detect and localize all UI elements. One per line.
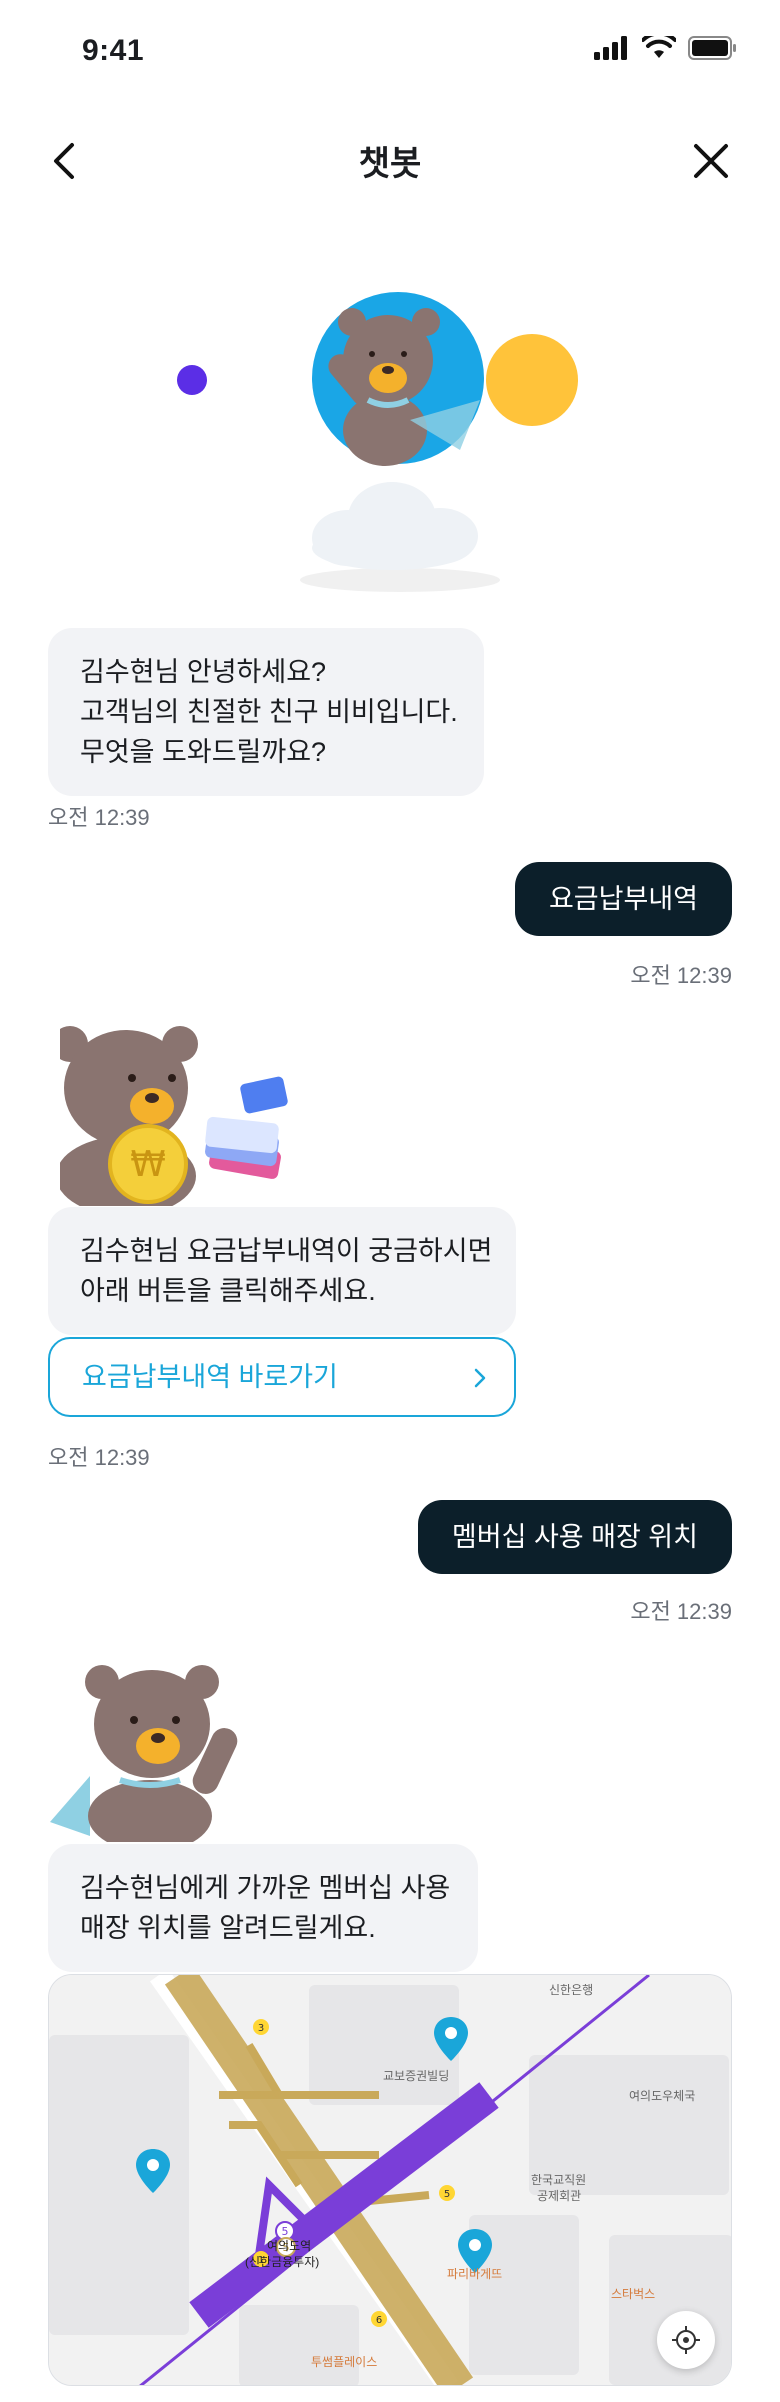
bot-message-line: 김수현님 안녕하세요? bbox=[80, 657, 327, 687]
map-label: 투썸플레이스 bbox=[311, 2355, 378, 2369]
message-timestamp: 오전 12:39 bbox=[48, 1445, 150, 1470]
locate-button[interactable] bbox=[657, 2311, 715, 2369]
page-title: 챗봇 bbox=[358, 145, 422, 183]
bot-message-line: 아래 버튼을 클릭해주세요. bbox=[80, 1276, 376, 1306]
map-label: 신한은행 bbox=[549, 1983, 594, 1997]
status-bar: 9:41 bbox=[0, 0, 780, 100]
close-icon bbox=[694, 144, 728, 178]
status-icons bbox=[594, 36, 738, 60]
map-label: 공제회관 bbox=[537, 2189, 582, 2203]
map-label: 여의도역 bbox=[267, 2239, 312, 2253]
status-time: 9:41 bbox=[82, 34, 145, 67]
map-label: 교보증권빌딩 bbox=[383, 2069, 450, 2083]
bot-message-greeting: 김수현님 안녕하세요? 고객님의 친절한 친구 비비입니다. 무엇을 도와드릴까… bbox=[48, 628, 484, 796]
store-map[interactable]: 5 5 3 5 1 6 신한은행 교보증권빌딩 여의도우체국 한국교직원 공제회… bbox=[48, 1974, 732, 2386]
hero-illustration bbox=[170, 250, 610, 610]
user-message-membership: 멤버십 사용 매장 위치 bbox=[417, 1500, 732, 1574]
map-label: 여의도우체국 bbox=[629, 2089, 696, 2103]
payment-history-shortcut-button[interactable]: 요금납부내역 바로가기 bbox=[48, 1337, 516, 1417]
bot-message-store-location: 김수현님에게 가까운 멤버십 사용 매장 위치를 알려드릴게요. bbox=[48, 1844, 478, 1972]
user-message-payment: 요금납부내역 bbox=[514, 862, 732, 936]
svg-text:6: 6 bbox=[376, 2315, 382, 2326]
bot-message-line: 매장 위치를 알려드릴게요. bbox=[80, 1913, 376, 1943]
chevron-right-icon bbox=[474, 1368, 486, 1388]
nav-bar: 챗봇 bbox=[0, 120, 780, 200]
wifi-icon bbox=[642, 36, 676, 58]
bear-coin-illustration: ₩ bbox=[52, 1016, 300, 1216]
signal-icon bbox=[594, 36, 627, 60]
svg-text:5: 5 bbox=[444, 2189, 450, 2200]
locate-icon bbox=[672, 2326, 700, 2354]
bot-message-payment-info: 김수현님 요금납부내역이 궁금하시면 아래 버튼을 클릭해주세요. bbox=[48, 1207, 516, 1335]
svg-text:₩: ₩ bbox=[130, 1144, 166, 1185]
close-button[interactable] bbox=[686, 136, 736, 186]
bot-message-line: 무엇을 도와드릴까요? bbox=[80, 737, 327, 767]
message-timestamp: 오전 12:39 bbox=[630, 963, 732, 988]
bot-message-line: 김수현님에게 가까운 멤버십 사용 bbox=[80, 1873, 451, 1903]
svg-text:3: 3 bbox=[258, 2023, 264, 2034]
bear-waving-illustration bbox=[50, 1656, 250, 1852]
message-timestamp: 오전 12:39 bbox=[630, 1599, 732, 1624]
message-timestamp: 오전 12:39 bbox=[48, 805, 150, 830]
map-label: 파리바게뜨 bbox=[447, 2267, 503, 2281]
bot-message-line: 고객님의 친절한 친구 비비입니다. bbox=[80, 697, 458, 727]
map-label: 스타벅스 bbox=[611, 2287, 656, 2301]
bot-message-line: 김수현님 요금납부내역이 궁금하시면 bbox=[80, 1236, 493, 1266]
shortcut-button-label: 요금납부내역 바로가기 bbox=[82, 1362, 338, 1392]
map-label: (신한금융투자) bbox=[245, 2255, 320, 2269]
battery-icon bbox=[688, 36, 736, 60]
map-label: 한국교직원 bbox=[531, 2173, 587, 2187]
